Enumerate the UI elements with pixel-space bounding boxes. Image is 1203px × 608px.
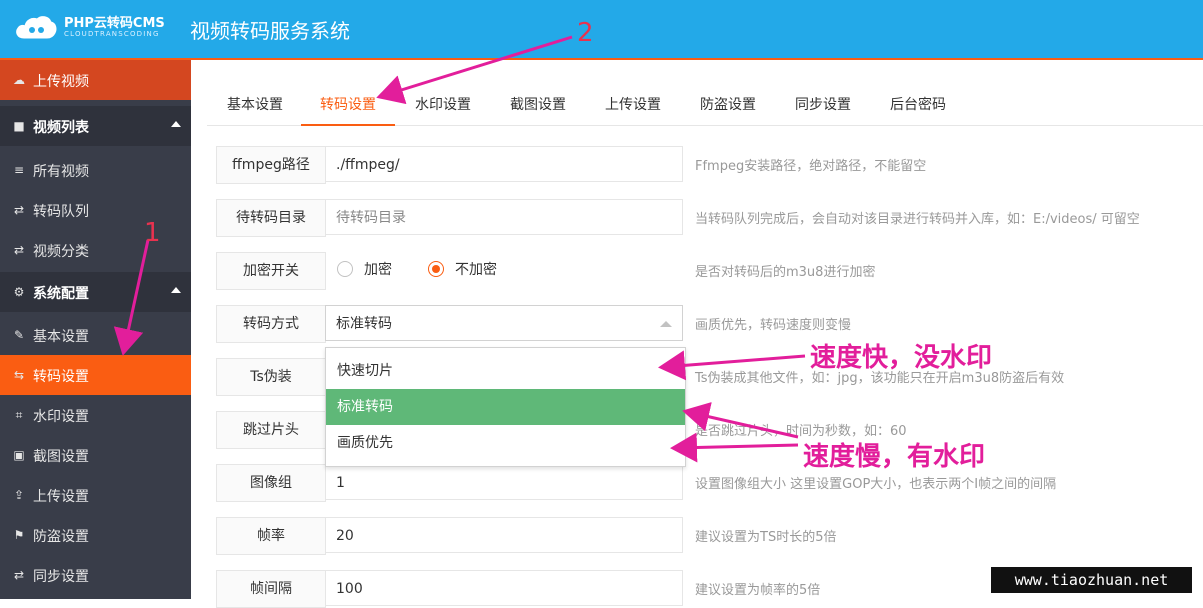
logo[interactable]: PHP云转码CMS CLOUDTRANSCODING: [14, 10, 184, 46]
sidebar-group-label: 视频列表: [33, 120, 89, 136]
sidebar-item-sync[interactable]: ⇄ 同步设置: [0, 555, 191, 595]
sidebar-item-basic[interactable]: ✎ 基本设置: [0, 315, 191, 355]
encrypt-radio-group: 加密 不加密: [325, 252, 683, 288]
system-title: 视频转码服务系统: [190, 19, 350, 43]
gop-label: 图像组: [216, 464, 326, 502]
sidebar-group-label: 系统配置: [33, 286, 89, 302]
sidebar-item-label: 上传设置: [33, 489, 89, 505]
sidebar-item-label: 转码设置: [33, 369, 89, 385]
sidebar-item-label: 同步设置: [33, 569, 89, 585]
site-watermark: www.tiaozhuan.net: [991, 567, 1192, 593]
tab-transcode[interactable]: 转码设置: [301, 87, 395, 126]
sidebar-item-label: 水印设置: [33, 409, 89, 425]
video-camera-icon: ■: [13, 119, 25, 133]
logo-subtitle: CLOUDTRANSCODING: [64, 30, 160, 38]
tab-password[interactable]: 后台密码: [878, 87, 958, 124]
logo-brand: PHP云转码CMS: [64, 16, 165, 31]
sidebar-item-label: 视频分类: [33, 244, 89, 260]
option-fast-slice[interactable]: 快速切片: [326, 353, 685, 389]
sidebar-item-label: 所有视频: [33, 164, 89, 180]
sidebar-item-queue[interactable]: ⇄ 转码队列: [0, 190, 191, 230]
sidebar-item-all-videos[interactable]: ≡ 所有视频: [0, 150, 191, 190]
step-number-2: 2: [577, 18, 594, 48]
sidebar-item-label: 转码队列: [33, 204, 89, 220]
ffmpeg-hint: Ffmpeg安装路径，绝对路径，不能留空: [695, 159, 927, 174]
sidebar-group-videos[interactable]: ■ 视频列表: [0, 106, 191, 146]
tab-basic[interactable]: 基本设置: [215, 87, 295, 124]
arrow-slow-quality: [670, 432, 799, 463]
radio-circle: [337, 261, 353, 277]
chevron-up-icon: [171, 287, 181, 293]
exchange-icon: ⇄: [13, 568, 25, 582]
step-number-1: 1: [144, 218, 161, 248]
interval-input[interactable]: 100: [325, 570, 683, 606]
cloud-upload-icon: ☁: [13, 73, 25, 87]
exchange-icon: ⇄: [13, 243, 25, 257]
gop-hint: 设置图像组大小 这里设置GOP大小，也表示两个I帧之间的间隔: [695, 477, 1057, 492]
top-bar: PHP云转码CMS CLOUDTRANSCODING 视频转码服务系统: [0, 0, 1203, 60]
gear-icon: ⚙: [13, 285, 25, 299]
radio-label: 加密: [364, 262, 392, 278]
upload-icon: ⇪: [13, 488, 25, 502]
exchange-icon: ⇄: [13, 203, 25, 217]
annotation-fast: 速度快，没水印: [810, 343, 993, 373]
mode-label: 转码方式: [216, 305, 326, 343]
tab-watermark[interactable]: 水印设置: [403, 87, 483, 124]
fps-input[interactable]: 20: [325, 517, 683, 553]
sidebar: ☁ 上传视频 ■ 视频列表 ≡ 所有视频 ⇄ 转码队列 ⇄ 视频分类 ⚙ 系统配…: [0, 60, 191, 599]
sidebar-item-label: 上传视频: [33, 74, 89, 90]
tab-screenshot[interactable]: 截图设置: [498, 87, 578, 124]
sidebar-item-screenshot[interactable]: ▣ 截图设置: [0, 435, 191, 475]
interval-hint: 建议设置为帧率的5倍: [695, 583, 821, 598]
encrypt-hint: 是否对转码后的m3u8进行加密: [695, 265, 876, 280]
transcode-mode-dropdown: 快速切片 标准转码 画质优先: [325, 347, 686, 467]
sidebar-item-label: 防盗设置: [33, 529, 89, 545]
sidebar-item-category[interactable]: ⇄ 视频分类: [0, 230, 191, 270]
queue-dir-input[interactable]: 待转码目录: [325, 199, 683, 235]
edit-icon: ✎: [13, 328, 25, 342]
sidebar-group-config[interactable]: ⚙ 系统配置: [0, 272, 191, 312]
option-standard[interactable]: 标准转码: [326, 389, 685, 425]
radio-label: 不加密: [455, 262, 497, 278]
image-icon: ▣: [13, 448, 25, 462]
chevron-up-icon: [171, 121, 181, 127]
cloud-logo-icon: [16, 16, 57, 39]
annotation-slow: 速度慢，有水印: [803, 442, 986, 472]
sidebar-item-upload[interactable]: ☁ 上传视频: [0, 60, 191, 100]
queue-dir-label: 待转码目录: [216, 199, 326, 237]
queue-dir-hint: 当转码队列完成后，会自动对该目录进行转码并入库，如：E:/videos/ 可留空: [695, 212, 1140, 227]
skip-label: 跳过片头: [216, 411, 326, 449]
radio-encrypt[interactable]: 加密: [337, 252, 407, 288]
sidebar-item-label: 截图设置: [33, 449, 89, 465]
radio-no-encrypt[interactable]: 不加密: [428, 252, 508, 288]
list-icon: ≡: [13, 163, 25, 177]
settings-tabs: 基本设置 转码设置 水印设置 截图设置 上传设置 防盗设置 同步设置 后台密码: [207, 87, 1203, 126]
radio-circle-checked: [428, 261, 444, 277]
tab-antileech[interactable]: 防盗设置: [688, 87, 768, 124]
retweet-icon: ⇆: [13, 368, 25, 382]
ffmpeg-path-input[interactable]: ./ffmpeg/: [325, 146, 683, 182]
sidebar-item-upload-settings[interactable]: ⇪ 上传设置: [0, 475, 191, 515]
option-quality[interactable]: 画质优先: [326, 425, 685, 461]
sidebar-item-watermark[interactable]: ⌗ 水印设置: [0, 395, 191, 435]
caret-up-icon: [660, 321, 672, 327]
tab-sync[interactable]: 同步设置: [783, 87, 863, 124]
flag-icon: ⚑: [13, 528, 25, 542]
interval-label: 帧间隔: [216, 570, 326, 608]
fps-hint: 建议设置为TS时长的5倍: [695, 530, 837, 545]
encrypt-label: 加密开关: [216, 252, 326, 290]
sidebar-item-label: 基本设置: [33, 329, 89, 345]
fps-label: 帧率: [216, 517, 326, 555]
mode-hint: 画质优先，转码速度则变慢: [695, 318, 852, 333]
crop-icon: ⌗: [15, 408, 23, 422]
ffmpeg-label: ffmpeg路径: [216, 146, 326, 184]
sidebar-item-antileech[interactable]: ⚑ 防盗设置: [0, 515, 191, 555]
select-value: 标准转码: [336, 316, 392, 332]
tab-upload[interactable]: 上传设置: [593, 87, 673, 124]
sidebar-item-transcode[interactable]: ⇆ 转码设置: [0, 355, 191, 395]
ts-label: Ts伪装: [216, 358, 326, 396]
gop-input[interactable]: 1: [325, 464, 683, 500]
transcode-mode-select[interactable]: 标准转码: [325, 305, 683, 341]
